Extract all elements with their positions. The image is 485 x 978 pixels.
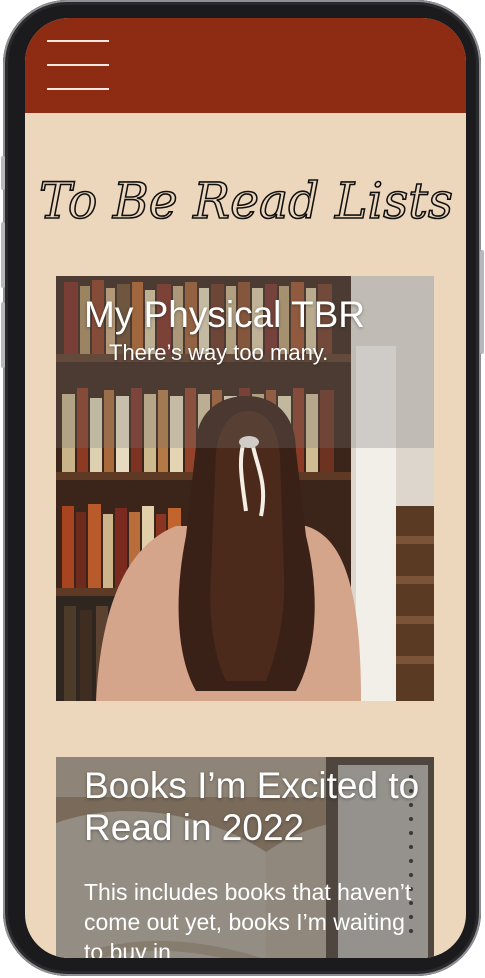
card-title[interactable]: Books I’m Excited to Read in 2022 bbox=[84, 765, 429, 849]
page-title: To Be Read Lists bbox=[38, 171, 454, 231]
card-excited-2022[interactable]: Books I’m Excited to Read in 2022 This i… bbox=[56, 757, 434, 958]
page-title-text: To Be Read Lists bbox=[39, 172, 453, 230]
card-description: This includes books that haven’t come ou… bbox=[84, 879, 412, 958]
volume-up-button bbox=[1, 222, 5, 288]
mute-switch bbox=[1, 156, 5, 190]
power-button bbox=[480, 250, 484, 354]
card-physical-tbr[interactable]: My Physical TBR There’s way too many. bbox=[56, 276, 434, 701]
site-header bbox=[25, 18, 466, 113]
card-subtitle: There’s way too many. bbox=[109, 340, 329, 365]
hamburger-menu-icon[interactable] bbox=[47, 40, 109, 90]
card-title[interactable]: My Physical TBR bbox=[84, 294, 365, 336]
phone-screen: To Be Read Lists My Physical TBR There’s… bbox=[25, 18, 466, 958]
volume-down-button bbox=[1, 302, 5, 368]
